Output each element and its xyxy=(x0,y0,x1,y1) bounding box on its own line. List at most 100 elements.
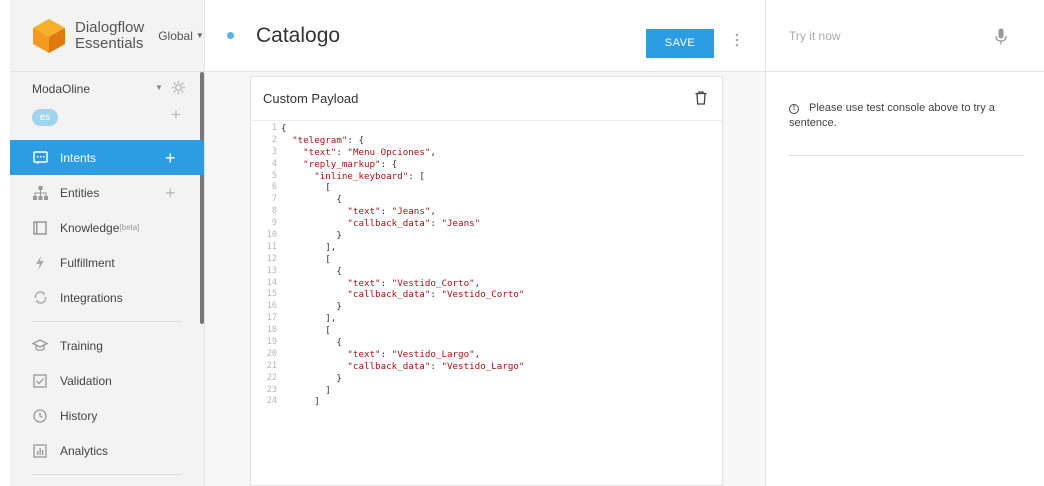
brand-line-1: Dialogflow xyxy=(75,18,145,36)
code-line[interactable]: 7 { xyxy=(259,194,722,206)
line-number: 22 xyxy=(266,372,277,383)
save-button[interactable]: SAVE xyxy=(646,29,714,58)
code-line[interactable]: 22 } xyxy=(259,373,722,385)
sidebar-item-knowledge[interactable]: Knowledge [beta] xyxy=(10,210,204,245)
line-number: 13 xyxy=(266,265,277,276)
code-text: ], xyxy=(281,313,337,325)
dialogflow-logo-icon[interactable] xyxy=(32,18,66,54)
nav-divider xyxy=(32,474,182,475)
line-number: 3 xyxy=(271,146,277,157)
sidebar-item-analytics[interactable]: Analytics xyxy=(10,433,204,468)
line-number: 18 xyxy=(266,325,277,336)
region-selector[interactable]: Global ▼ xyxy=(158,29,204,43)
code-text: } xyxy=(281,372,342,384)
code-line[interactable]: 20 "text": "Vestido_Largo", xyxy=(259,349,722,361)
code-line[interactable]: 2 "telegram": { xyxy=(259,135,722,147)
line-number: 14 xyxy=(266,277,277,288)
line-number: 8 xyxy=(271,206,277,217)
code-line[interactable]: 16 } xyxy=(259,301,722,313)
code-line[interactable]: 3 "text": "Menu Opciones", xyxy=(259,147,722,159)
code-text: [ xyxy=(281,182,331,194)
sidebar-item-fulfillment[interactable]: Fulfillment xyxy=(10,245,204,280)
sidebar-item-training[interactable]: Training xyxy=(10,328,204,363)
custom-payload-card: Custom Payload 1{2 "telegram": {3 "text"… xyxy=(250,76,723,486)
code-line[interactable]: 11 ], xyxy=(259,242,722,254)
more-vert-icon[interactable] xyxy=(735,33,739,47)
code-line[interactable]: 21 "callback_data": "Vestido_Largo" xyxy=(259,361,722,373)
sidebar-item-validation[interactable]: Validation xyxy=(10,363,204,398)
line-number: 23 xyxy=(266,384,277,395)
code-text: { xyxy=(281,265,342,277)
brand-name: Dialogflow Essentials xyxy=(75,18,145,52)
chat-icon xyxy=(32,150,48,166)
code-text: "text": "Vestido_Largo", xyxy=(347,348,481,360)
caret-down-icon: ▼ xyxy=(195,31,204,40)
line-number: 1 xyxy=(271,123,277,133)
code-line[interactable]: 6 [ xyxy=(259,182,722,194)
microphone-icon[interactable] xyxy=(995,28,1007,45)
code-line[interactable]: 13 { xyxy=(259,266,722,278)
code-line[interactable]: 5 "inline_keyboard": [ xyxy=(259,171,722,183)
gear-icon[interactable] xyxy=(171,80,186,95)
line-number: 5 xyxy=(271,170,277,181)
line-number: 21 xyxy=(266,360,277,371)
sidebar-item-label: Fulfillment xyxy=(60,255,115,270)
intent-title[interactable]: Catalogo xyxy=(256,24,340,48)
checkbox-icon xyxy=(32,373,48,389)
code-text: { xyxy=(281,194,342,206)
add-intent-icon[interactable]: + xyxy=(165,149,176,167)
sidebar-item-intents[interactable]: Intents + xyxy=(10,140,204,175)
code-line[interactable]: 23 ] xyxy=(259,385,722,397)
code-text: ] xyxy=(281,384,331,396)
sidebar-item-label: Analytics xyxy=(60,443,109,458)
line-number: 7 xyxy=(271,194,277,205)
json-code-editor[interactable]: 1{2 "telegram": {3 "text": "Menu Opcione… xyxy=(259,123,722,408)
code-line[interactable]: 24 ] xyxy=(259,396,722,408)
code-line[interactable]: 1{ xyxy=(259,123,722,135)
console-hint: ! Please use test console above to try a … xyxy=(789,101,1025,131)
sync-icon xyxy=(32,290,48,306)
sidebar-item-entities[interactable]: Entities + xyxy=(10,175,204,210)
code-text: { xyxy=(281,337,342,349)
code-text: "reply_markup": { xyxy=(303,158,398,170)
hint-divider xyxy=(789,155,1023,156)
add-entity-icon[interactable]: + xyxy=(165,184,176,202)
code-line[interactable]: 12 [ xyxy=(259,254,722,266)
code-line[interactable]: 10 } xyxy=(259,230,722,242)
line-number: 6 xyxy=(271,182,277,193)
code-line[interactable]: 14 "text": "Vestido_Corto", xyxy=(259,278,722,290)
trash-icon[interactable] xyxy=(695,91,707,105)
code-line[interactable]: 4 "reply_markup": { xyxy=(259,159,722,171)
dialogflow-console: Dialogflow Essentials Global ▼ ModaOline… xyxy=(0,0,1044,486)
book-icon xyxy=(32,220,48,236)
code-text: ], xyxy=(281,241,337,253)
line-number: 4 xyxy=(271,158,277,169)
sidebar-item-integrations[interactable]: Integrations xyxy=(10,280,204,315)
graduation-cap-icon xyxy=(32,338,48,354)
sidebar-header: Dialogflow Essentials Global ▼ xyxy=(10,0,204,72)
code-line[interactable]: 17 ], xyxy=(259,313,722,325)
code-line[interactable]: 18 [ xyxy=(259,325,722,337)
agent-caret-down-icon[interactable]: ▼ xyxy=(155,83,163,92)
sidebar-item-history[interactable]: History xyxy=(10,398,204,433)
code-text: "callback_data": "Vestido_Largo" xyxy=(347,360,525,372)
code-line[interactable]: 15 "callback_data": "Vestido_Corto" xyxy=(259,289,722,301)
add-language-icon[interactable]: + xyxy=(171,106,181,123)
line-number: 10 xyxy=(266,230,277,241)
clock-icon xyxy=(32,408,48,424)
line-number: 17 xyxy=(266,313,277,324)
code-text: } xyxy=(281,230,342,242)
code-text: "text": "Jeans", xyxy=(347,206,436,218)
code-text: ] xyxy=(281,396,320,408)
language-badge[interactable]: es xyxy=(32,109,58,126)
sidebar-item-label: Training xyxy=(60,338,103,353)
sidebar-item-label: Entities xyxy=(60,185,100,200)
code-line[interactable]: 9 "callback_data": "Jeans" xyxy=(259,218,722,230)
code-text: "text": "Vestido_Corto", xyxy=(347,277,481,289)
test-console: Try it now ! Please use test console abov… xyxy=(765,0,1044,486)
code-line[interactable]: 8 "text": "Jeans", xyxy=(259,206,722,218)
code-line[interactable]: 19 { xyxy=(259,337,722,349)
intent-editor: Catalogo SAVE Custom Payload 1{2 "telegr… xyxy=(205,0,765,486)
code-text: "text": "Menu Opciones", xyxy=(303,146,436,158)
line-number: 9 xyxy=(271,218,277,229)
